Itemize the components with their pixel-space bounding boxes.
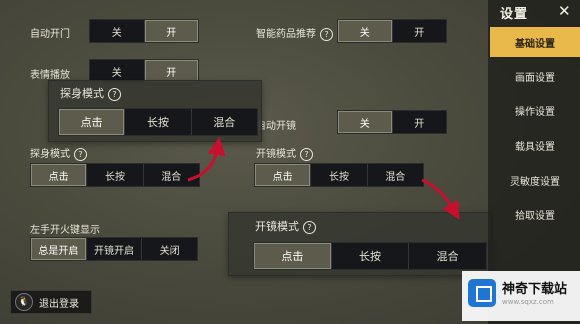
- cube-logo-icon: [468, 279, 496, 307]
- site-watermark: 神奇下载站 www.sqxz.com: [462, 271, 580, 321]
- settings-title: 设置: [500, 7, 529, 22]
- menu-item-graphics[interactable]: 画面设置: [490, 61, 580, 91]
- menu-item-basic[interactable]: 基础设置: [490, 27, 580, 57]
- avatar: 🐧: [15, 293, 33, 311]
- close-icon[interactable]: ✕: [558, 2, 571, 20]
- logout-label: 退出登录: [39, 298, 79, 310]
- menu-item-controls[interactable]: 操作设置: [490, 95, 580, 125]
- menu-item-pickup[interactable]: 拾取设置: [490, 199, 580, 229]
- menu-item-vehicle[interactable]: 载具设置: [490, 130, 580, 160]
- arrow-scope: [421, 178, 460, 220]
- logout-button[interactable]: 🐧 退出登录: [10, 290, 92, 314]
- arrow-peek: [187, 137, 226, 182]
- menu-item-sensitivity[interactable]: 灵敏度设置: [490, 165, 580, 195]
- watermark-url: www.sqxz.com: [502, 298, 554, 306]
- watermark-name: 神奇下载站: [502, 282, 568, 297]
